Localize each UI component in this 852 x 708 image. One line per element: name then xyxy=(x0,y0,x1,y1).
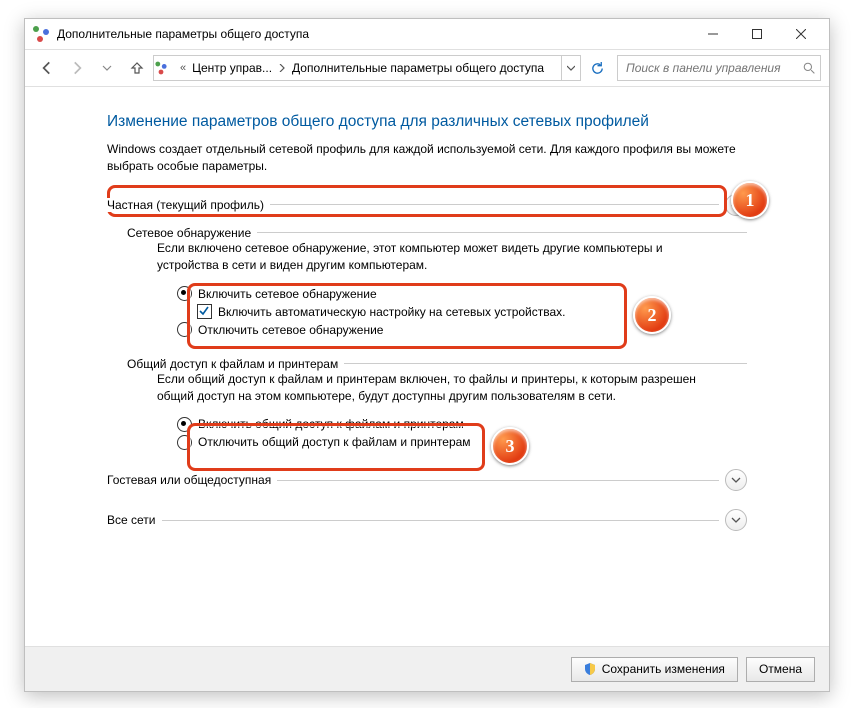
chevron-right-icon[interactable] xyxy=(274,61,290,75)
page-description: Windows создает отдельный сетевой профил… xyxy=(107,141,747,176)
radio-icon xyxy=(177,286,192,301)
footer: Сохранить изменения Отмена xyxy=(25,646,829,691)
nav-forward[interactable] xyxy=(63,54,91,82)
nav-back[interactable] xyxy=(33,54,61,82)
radio-disable-discovery-label: Отключить сетевое обнаружение xyxy=(198,323,383,337)
window-title: Дополнительные параметры общего доступа xyxy=(57,27,309,41)
minimize-button[interactable] xyxy=(691,19,735,49)
expand-icon[interactable] xyxy=(725,469,747,491)
nav-up[interactable] xyxy=(123,54,151,82)
section-header-guest-label: Гостевая или общедоступная xyxy=(107,473,277,487)
sharing-explain: Если общий доступ к файлам и принтерам в… xyxy=(157,371,717,406)
cancel-button-label: Отмена xyxy=(759,662,802,676)
radio-disable-sharing[interactable]: Отключить общий доступ к файлам и принте… xyxy=(177,433,747,451)
section-header-all-networks-label: Все сети xyxy=(107,513,162,527)
search-icon xyxy=(803,62,816,75)
checkbox-icon xyxy=(197,304,212,319)
group-network-discovery: Сетевое обнаружение xyxy=(127,226,747,240)
radio-icon xyxy=(177,417,192,432)
breadcrumb[interactable]: « Центр управ... Дополнительные параметр… xyxy=(153,55,581,81)
close-button[interactable] xyxy=(779,19,823,49)
section-header-all-networks[interactable]: Все сети xyxy=(107,509,747,531)
maximize-button[interactable] xyxy=(735,19,779,49)
save-button[interactable]: Сохранить изменения xyxy=(571,657,738,682)
breadcrumb-icon xyxy=(154,60,176,76)
crumb-prefix: « xyxy=(176,62,190,74)
navbar: « Центр управ... Дополнительные параметр… xyxy=(25,50,829,87)
radio-icon xyxy=(177,322,192,337)
radio-enable-discovery-label: Включить сетевое обнаружение xyxy=(198,287,377,301)
group-label-discovery: Сетевое обнаружение xyxy=(127,226,257,240)
crumb-item-1[interactable]: Центр управ... xyxy=(190,61,274,75)
search-input[interactable] xyxy=(624,60,814,76)
discovery-explain: Если включено сетевое обнаружение, этот … xyxy=(157,240,717,275)
radio-enable-discovery[interactable]: Включить сетевое обнаружение xyxy=(177,285,747,303)
page-title: Изменение параметров общего доступа для … xyxy=(107,113,747,131)
expand-icon[interactable] xyxy=(725,509,747,531)
section-header-private-label: Частная (текущий профиль) xyxy=(107,198,270,212)
titlebar: Дополнительные параметры общего доступа xyxy=(25,19,829,50)
crumb-expand[interactable] xyxy=(561,56,580,80)
nav-history-dropdown[interactable] xyxy=(93,54,121,82)
checkbox-auto-setup[interactable]: Включить автоматическую настройку на сет… xyxy=(197,303,747,321)
content-area: Изменение параметров общего доступа для … xyxy=(25,87,829,646)
radio-enable-sharing-label: Включить общий доступ к файлам и принтер… xyxy=(198,417,464,431)
checkbox-auto-setup-label: Включить автоматическую настройку на сет… xyxy=(218,305,566,319)
group-file-printer-sharing: Общий доступ к файлам и принтерам xyxy=(127,357,747,371)
window: Дополнительные параметры общего доступа xyxy=(24,18,830,692)
radio-enable-sharing[interactable]: Включить общий доступ к файлам и принтер… xyxy=(177,415,747,433)
cancel-button[interactable]: Отмена xyxy=(746,657,815,682)
refresh-button[interactable] xyxy=(583,54,611,82)
collapse-icon[interactable] xyxy=(725,194,747,216)
radio-disable-sharing-label: Отключить общий доступ к файлам и принте… xyxy=(198,435,471,449)
app-icon xyxy=(33,26,49,42)
save-button-label: Сохранить изменения xyxy=(602,662,725,676)
group-label-sharing: Общий доступ к файлам и принтерам xyxy=(127,357,344,371)
radio-icon xyxy=(177,435,192,450)
section-header-guest[interactable]: Гостевая или общедоступная xyxy=(107,469,747,491)
shield-icon xyxy=(584,663,596,675)
section-header-private[interactable]: Частная (текущий профиль) xyxy=(107,194,747,216)
radio-disable-discovery[interactable]: Отключить сетевое обнаружение xyxy=(177,321,747,339)
crumb-item-2[interactable]: Дополнительные параметры общего доступа xyxy=(290,61,546,75)
search-box[interactable] xyxy=(617,55,821,81)
